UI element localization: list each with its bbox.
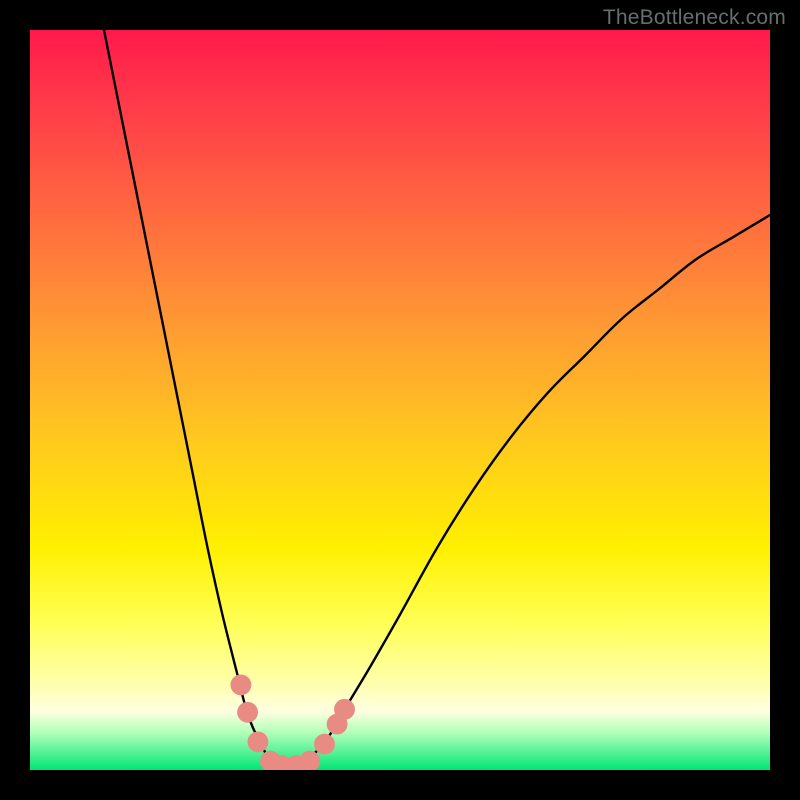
curve-left-branch <box>104 30 289 769</box>
data-marker <box>299 751 320 770</box>
chart-frame: TheBottleneck.com <box>0 0 800 800</box>
data-marker <box>237 702 258 723</box>
data-marker <box>247 731 268 752</box>
watermark-text: TheBottleneck.com <box>603 6 786 30</box>
curve-right-branch <box>289 215 770 769</box>
plot-area <box>30 30 770 770</box>
data-marker <box>314 734 335 755</box>
data-marker <box>334 699 355 720</box>
curve-layer <box>30 30 770 770</box>
data-marker <box>230 674 251 695</box>
